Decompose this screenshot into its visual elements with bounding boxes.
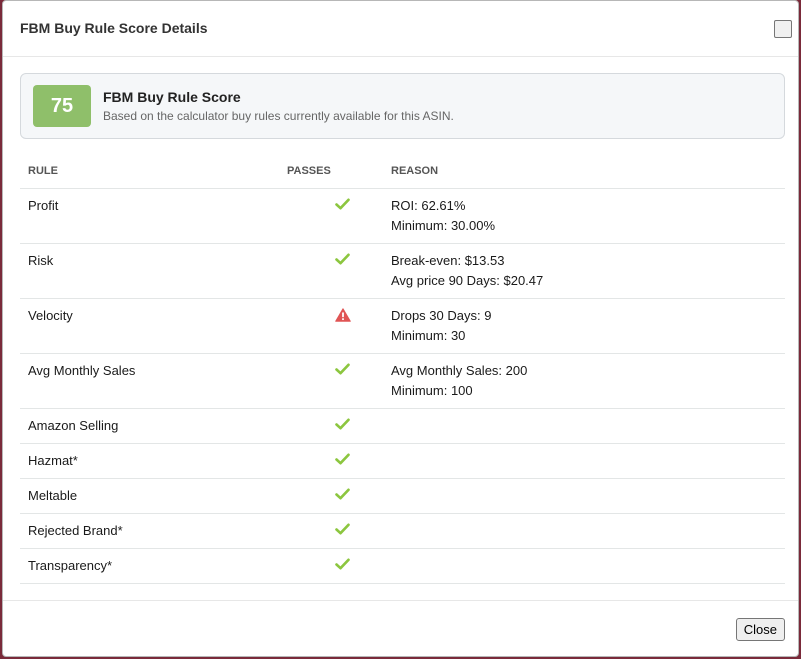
check-icon bbox=[335, 488, 350, 503]
reason-line: Minimum: 30 bbox=[391, 328, 466, 343]
reason-cell bbox=[383, 408, 785, 444]
rule-name: Profit bbox=[28, 198, 59, 213]
reason-line: Minimum: 100 bbox=[391, 383, 473, 398]
rule-name: Risk bbox=[28, 253, 54, 268]
rule-name: Velocity bbox=[28, 308, 73, 323]
table-row: Avg Monthly Sales Avg Monthly Sales: 200 M… bbox=[20, 353, 785, 409]
header-rule: RULE bbox=[20, 154, 279, 189]
reason-cell bbox=[383, 443, 785, 479]
reason-cell: ROI: 62.61% Minimum: 30.00% bbox=[383, 188, 785, 244]
table-row: Meltable bbox=[20, 478, 785, 514]
pass-cell bbox=[279, 353, 383, 409]
reason-line: ROI: 62.61% bbox=[391, 198, 466, 213]
check-icon bbox=[335, 418, 350, 433]
score-details-modal: FBM Buy Rule Score Details 75 FBM Buy Ru… bbox=[2, 0, 799, 657]
rule-name-cell: Profit bbox=[20, 188, 279, 244]
score-title: FBM Buy Rule Score bbox=[103, 89, 241, 105]
check-icon bbox=[335, 253, 350, 268]
reason-cell: Drops 30 Days: 9 Minimum: 30 bbox=[383, 298, 785, 354]
table-row: Hazmat* bbox=[20, 443, 785, 479]
rule-name: Meltable bbox=[28, 488, 78, 503]
pass-cell bbox=[279, 188, 383, 244]
pass-cell bbox=[279, 298, 383, 354]
rule-name-cell: Transparency* bbox=[20, 548, 279, 584]
reason-line: Avg price 90 Days: $20.47 bbox=[391, 273, 544, 288]
table-row: Transparency* bbox=[20, 548, 785, 584]
check-icon bbox=[335, 198, 350, 213]
table-row: Velocity Drops 30 Days: 9 Minimum: 30 bbox=[20, 298, 785, 354]
reason-line: Avg Monthly Sales: 200 bbox=[391, 363, 528, 378]
reason-cell bbox=[383, 548, 785, 584]
reason-cell bbox=[383, 478, 785, 514]
table-header-row: RULE PASSES REASON bbox=[20, 154, 785, 189]
modal-header: FBM Buy Rule Score Details bbox=[3, 1, 798, 57]
check-icon bbox=[335, 363, 350, 378]
close-button[interactable]: Close bbox=[735, 618, 785, 641]
pass-cell bbox=[279, 408, 383, 444]
score-badge: 75 bbox=[33, 85, 91, 127]
reason-cell: Break-even: $13.53 Avg price 90 Days: $20… bbox=[383, 243, 785, 299]
header-passes: PASSES bbox=[279, 154, 383, 189]
score-summary-card: 75 FBM Buy Rule Score Based on the calcu… bbox=[20, 73, 785, 139]
header-close-button[interactable] bbox=[774, 20, 792, 38]
rule-name-cell: Risk bbox=[20, 243, 279, 299]
table-row: Risk Break-even: $13.53 Avg price 90 Days:… bbox=[20, 243, 785, 299]
reason-cell bbox=[383, 513, 785, 549]
rule-name-cell: Velocity bbox=[20, 298, 279, 354]
table-row: Rejected Brand* bbox=[20, 513, 785, 549]
rule-name-cell: Meltable bbox=[20, 478, 279, 514]
rule-name: Avg Monthly Sales bbox=[28, 363, 136, 378]
score-subtitle: Based on the calculator buy rules curren… bbox=[103, 109, 454, 123]
rules-body: Profit ROI: 62.61% Minimum: 30.00% Risk Brea… bbox=[20, 188, 785, 584]
table-row: Amazon Selling bbox=[20, 408, 785, 444]
warning-icon bbox=[335, 308, 351, 325]
header-reason: REASON bbox=[383, 154, 785, 189]
rule-name-cell: Rejected Brand* bbox=[20, 513, 279, 549]
rules-table: RULE PASSES REASON Profit ROI: 62.61% Mini… bbox=[20, 154, 785, 584]
pass-cell bbox=[279, 548, 383, 584]
pass-cell bbox=[279, 513, 383, 549]
rule-name: Amazon Selling bbox=[28, 418, 119, 433]
reason-line: Drops 30 Days: 9 bbox=[391, 308, 492, 323]
reason-line: Break-even: $13.53 bbox=[391, 253, 505, 268]
rule-name: Transparency* bbox=[28, 558, 113, 573]
reason-cell: Avg Monthly Sales: 200 Minimum: 100 bbox=[383, 353, 785, 409]
pass-cell bbox=[279, 478, 383, 514]
rule-name-cell: Hazmat* bbox=[20, 443, 279, 479]
check-icon bbox=[335, 523, 350, 538]
pass-cell bbox=[279, 243, 383, 299]
pass-cell bbox=[279, 443, 383, 479]
rule-name: Rejected Brand* bbox=[28, 523, 123, 538]
modal-footer: Close bbox=[3, 600, 798, 656]
modal-title: FBM Buy Rule Score Details bbox=[20, 20, 208, 36]
check-icon bbox=[335, 453, 350, 468]
table-row: Profit ROI: 62.61% Minimum: 30.00% bbox=[20, 188, 785, 244]
rule-name-cell: Amazon Selling bbox=[20, 408, 279, 444]
rule-name: Hazmat* bbox=[28, 453, 78, 468]
reason-line: Minimum: 30.00% bbox=[391, 218, 496, 233]
rule-name-cell: Avg Monthly Sales bbox=[20, 353, 279, 409]
check-icon bbox=[335, 558, 350, 573]
